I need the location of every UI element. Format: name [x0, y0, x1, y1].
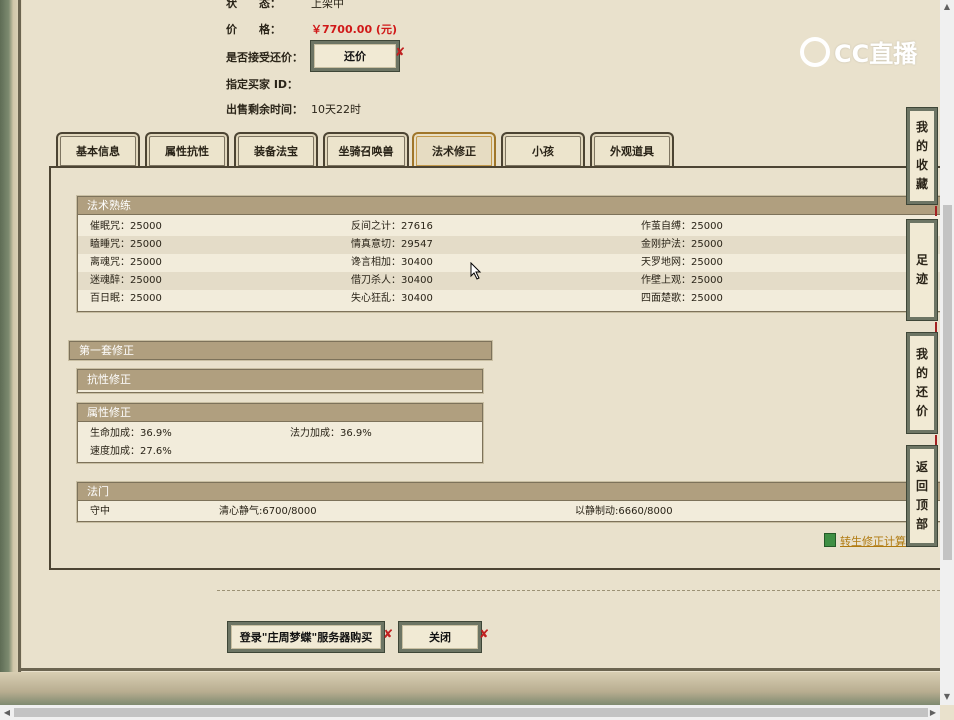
- skill-proficiency-box: 法术熟练 催眠咒：25000 反间之计：27616 作茧自缚：25000 瞌睡咒…: [77, 196, 942, 312]
- skill-cell: 谗言相加：30400: [351, 257, 433, 268]
- side-nav-favorites[interactable]: 我 的 收 藏: [907, 108, 937, 204]
- table-row: 离魂咒：25000 谗言相加：30400 天罗地网：25000: [78, 254, 941, 272]
- table-row: 瞌睡咒：25000 情真意切：29547 金刚护法：25000: [78, 236, 941, 254]
- tab-basic-info[interactable]: 基本信息: [56, 132, 140, 168]
- skill-cell: 反间之计：27616: [351, 221, 433, 232]
- attr-cell: 法力加成：36.9%: [290, 428, 372, 439]
- skill-cell: 迷魂醉：25000: [90, 275, 162, 286]
- status-label: 状 态：: [226, 0, 281, 10]
- side-nav-footprint[interactable]: 足 迹: [907, 220, 937, 320]
- close-x-icon: ✘: [479, 627, 490, 641]
- side-char: 我: [915, 120, 928, 134]
- tab-equipment[interactable]: 装备法宝: [234, 132, 318, 168]
- buyer-id-label: 指定买家 ID：: [226, 78, 299, 91]
- side-nav-my-bargain[interactable]: 我 的 还 价: [907, 333, 937, 433]
- logo-text: CC直播: [834, 40, 918, 68]
- skill-cell: 失心狂乱：30400: [351, 293, 433, 304]
- skill-cell: 金刚护法：25000: [641, 239, 723, 250]
- side-char: 我: [915, 347, 928, 361]
- left-frame-line: [18, 0, 21, 675]
- resist-mod-title: 抗性修正: [78, 370, 482, 390]
- remaining-time-value: 10天22时: [311, 103, 361, 116]
- table-row: 速度加成：27.6%: [78, 443, 482, 461]
- side-char: 回: [915, 479, 928, 493]
- attr-cell: 速度加成：27.6%: [90, 446, 172, 457]
- side-nav-connector: [935, 322, 937, 332]
- skill-cell: 作壁上观：25000: [641, 275, 723, 286]
- fameng-title: 法门: [78, 483, 941, 501]
- scroll-up-icon[interactable]: ▲: [940, 0, 954, 14]
- skill-cell: 四面楚歌：25000: [641, 293, 723, 304]
- scroll-left-icon[interactable]: ◀: [0, 705, 14, 720]
- mod-set-title: 第一套修正: [70, 342, 491, 359]
- side-char: 价: [915, 404, 928, 418]
- login-buy-button[interactable]: 登录"庄周梦蝶"服务器购买: [228, 622, 384, 652]
- dashed-divider: [217, 590, 940, 591]
- skill-cell: 催眠咒：25000: [90, 221, 162, 232]
- table-row: 守中 清心静气:6700/8000 以静制动:6660/8000: [78, 503, 941, 521]
- cc-live-logo: CC直播: [800, 34, 917, 69]
- bargain-close-icon: ✘: [395, 45, 406, 59]
- tab-attr-resist[interactable]: 属性抗性: [145, 132, 229, 168]
- close-button[interactable]: 关闭: [399, 622, 481, 652]
- side-nav-connector: [935, 435, 937, 445]
- bottom-frame-line: [20, 668, 940, 671]
- attr-mod-title: 属性修正: [78, 404, 482, 422]
- tab-child[interactable]: 小孩: [501, 132, 585, 168]
- side-char: 藏: [915, 177, 928, 191]
- skill-cell: 瞌睡咒：25000: [90, 239, 162, 250]
- table-row: 百日眠：25000 失心狂乱：30400 四面楚歌：25000: [78, 290, 941, 308]
- fameng-cell: 以静制动:6660/8000: [575, 506, 673, 517]
- vertical-scroll-thumb[interactable]: [943, 205, 952, 560]
- skill-cell: 离魂咒：25000: [90, 257, 162, 268]
- side-nav-back-to-top[interactable]: 返 回 顶 部: [907, 446, 937, 546]
- price-value: ￥7700.00 (元): [311, 23, 397, 36]
- side-char: 收: [915, 158, 928, 172]
- mouse-cursor-icon: [470, 262, 482, 280]
- status-value: 上架中: [311, 0, 344, 10]
- tab-appearance[interactable]: 外观道具: [590, 132, 674, 168]
- rebirth-mod-calc-link[interactable]: 转生修正计算: [840, 533, 906, 549]
- side-char: 足: [915, 253, 928, 267]
- price-label: 价 格：: [226, 23, 281, 36]
- side-char: 还: [915, 385, 928, 399]
- tab-spell-mod[interactable]: 法术修正: [412, 132, 496, 168]
- attr-cell: 生命加成：36.9%: [90, 428, 172, 439]
- cc-logo-icon: [800, 36, 830, 67]
- table-row: 生命加成：36.9% 法力加成：36.9%: [78, 425, 482, 443]
- side-char: 顶: [915, 498, 928, 512]
- remaining-time-label: 出售剩余时间：: [226, 103, 303, 116]
- resist-mod-box: 抗性修正: [77, 369, 483, 393]
- table-row: 迷魂醉：25000 借刀杀人：30400 作壁上观：25000: [78, 272, 941, 290]
- skill-cell: 借刀杀人：30400: [351, 275, 433, 286]
- horizontal-scroll-thumb[interactable]: [14, 708, 928, 717]
- side-char: 的: [915, 139, 928, 153]
- side-nav-connector: [935, 206, 937, 216]
- side-char: 部: [915, 517, 928, 531]
- scroll-right-icon[interactable]: ▶: [926, 705, 940, 720]
- mod-set-header: 第一套修正: [69, 341, 492, 360]
- attr-mod-box: 属性修正 生命加成：36.9% 法力加成：36.9% 速度加成：27.6%: [77, 403, 483, 463]
- side-char: 返: [915, 460, 928, 474]
- skill-cell: 作茧自缚：25000: [641, 221, 723, 232]
- skill-proficiency-title: 法术熟练: [78, 197, 941, 215]
- calculator-icon: [824, 533, 836, 547]
- side-char: 的: [915, 366, 928, 380]
- fameng-cell: 守中: [90, 506, 110, 517]
- tab-mount-summon[interactable]: 坐骑召唤兽: [323, 132, 409, 168]
- skill-cell: 百日眠：25000: [90, 293, 162, 304]
- scroll-down-icon[interactable]: ▼: [940, 690, 954, 704]
- fameng-cell: 清心静气:6700/8000: [219, 506, 317, 517]
- fameng-box: 法门 守中 清心静气:6700/8000 以静制动:6660/8000: [77, 482, 942, 522]
- bargain-label: 是否接受还价：: [226, 51, 303, 64]
- bargain-button[interactable]: 还价: [311, 41, 399, 71]
- table-row: 催眠咒：25000 反间之计：27616 作茧自缚：25000: [78, 218, 941, 236]
- skill-cell: 情真意切：29547: [351, 239, 433, 250]
- side-char: 迹: [915, 272, 928, 286]
- bottom-frame: [0, 672, 940, 705]
- login-buy-close-icon: ✘: [383, 627, 394, 641]
- skill-cell: 天罗地网：25000: [641, 257, 723, 268]
